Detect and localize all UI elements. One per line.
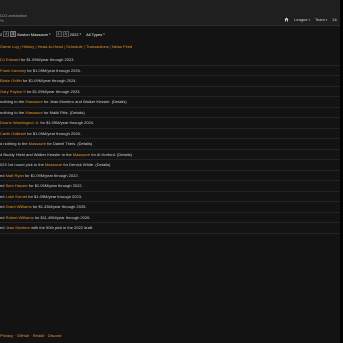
list-item: ed Sam Hauser for $1.09M/year through 20… [0,181,340,192]
list-item: Blake Griffin for $1.09M/year through 20… [0,76,340,87]
chevron-down-icon: ▾ [49,32,51,36]
row-text: d Buddy Hield and Walker Kessler to the [0,151,73,157]
nav-right: League ▾ Team ▾ Ze [284,17,337,22]
tab-news-feed[interactable]: News Feed [112,44,132,49]
team-link[interactable]: Massacre [45,162,62,167]
row-text: nothing to the [0,99,26,104]
player-link[interactable]: Gary Payton II [0,89,26,94]
team-select[interactable]: Boston Massacre ▾ [17,32,50,37]
list-item: ed Luke Kornet for $1.09M/year through 2… [0,192,340,202]
player-link[interactable]: Jean Montero [6,225,30,230]
nav-more-label: Ze [332,17,337,22]
list-item: Duane Washington Jr. for $1.09M/year thr… [0,118,340,129]
row-text: for Derrick White. (Details) [62,162,111,167]
page-button-2[interactable]: 2 [3,31,10,37]
footer-github-link[interactable]: GitHub [17,333,29,338]
list-item: Carlik Gallinari for $1.09M/year through… [0,129,340,139]
row-text: for $1.09M/year through 2026. [26,67,81,73]
row-text: d nothing to the [0,141,29,146]
player-link[interactable]: Duane Washington Jr. [0,120,39,125]
row-text: for Daniel Theis. (Details) [46,141,93,146]
filter-controls: 2 2 3 Boston Massacre ▾ 1 3 2022 ▾ All T… [0,31,105,37]
list-item: ed Jean Montero with the 50th pick in th… [0,223,340,234]
nav-more[interactable]: Ze [332,17,337,22]
team-link[interactable]: Massacre [29,141,46,146]
row-text: for $11.49M/year through 2026. [33,214,91,220]
nav-team-label: Team [315,17,325,22]
type-select-label: All Types [86,31,103,37]
team-link[interactable]: Massacre [73,152,90,157]
team-select-label: Boston Massacre [17,31,49,37]
row-text: for Malik Fitts. (Details) [42,109,85,115]
list-item: ed Robert Williams for $11.49M/year thro… [0,213,340,223]
home-icon[interactable] [284,17,289,22]
row-text: for $1.09M/year through 2024. [39,120,95,125]
tab-history[interactable]: History [22,44,34,49]
tab-head-to-head[interactable]: Head-to-Head [38,44,63,49]
player-link[interactable]: DJ Edward [0,57,20,62]
list-item: nothing to the Massacre for Jean Montero… [0,97,340,108]
player-link[interactable]: Luke Kornet [6,194,28,199]
row-text: for $1.09M/year through 2023. [19,57,75,62]
list-item: DJ Edward for $1.09M/year through 2023. [0,55,340,66]
list-item: Gary Payton II for $1.09M/year through 2… [0,87,340,97]
row-text: 023 1st round pick to the [0,162,45,167]
player-link[interactable]: Blake Griffin [0,78,22,83]
team-link[interactable]: Massacre [25,99,42,104]
brand-line-2: % [0,18,4,23]
chevron-down-icon: ▾ [325,17,328,22]
row-text: for $1.43M/year through 2025. [31,204,87,209]
team-link[interactable]: Massacre [25,110,42,115]
row-text: for $1.09M/year through 2022. [27,183,83,188]
list-item: d Buddy Hield and Walker Kessler to the … [0,150,340,160]
player-link[interactable]: Grant Williams [6,204,32,209]
year-prev-button[interactable]: 1 [55,31,62,37]
footer-links: Privacy · GitHub · Reddit · Discord [0,333,62,338]
row-text: for Jean Montero and Walker Kessler. (De… [42,99,127,104]
footer-discord-link[interactable]: Discord [48,333,62,338]
year-select-label: 2022 [69,31,79,37]
row-text: for $1.09M/year through 2023. [25,88,81,94]
year-select[interactable]: 2022 ▾ [70,32,81,37]
row-text: for $1.09M/year through 2024. [21,78,77,83]
transaction-list: DJ Edward for $1.09M/year through 2023. … [0,55,340,234]
list-item: 023 1st round pick to the Massacre for D… [0,160,340,171]
player-link[interactable]: Robert Williams [6,215,34,220]
chevron-down-icon: ▾ [103,32,105,36]
list-item: d nothing to the Massacre for Daniel The… [0,139,340,150]
row-text: for $1.09M/year through 2023. [27,193,83,199]
chevron-down-icon: ▾ [79,32,82,36]
nav-league-label: League [294,17,308,22]
list-item: ed Grant Williams for $1.43M/year throug… [0,202,340,213]
team-subnav: Game Log | History | Head-to-Head | Sche… [0,44,133,49]
player-link[interactable]: Sam Hauser [6,183,28,188]
chevron-down-icon: ▾ [308,17,311,22]
row-text: for $1.09M/year through 2026. [26,130,81,136]
list-item: nothing to the Massacre for Malik Fitts.… [0,108,340,118]
nav-league[interactable]: League ▾ [294,17,310,22]
player-link[interactable]: Frank Kantony [0,68,26,73]
footer-reddit-link[interactable]: Reddit [33,333,45,338]
prev-label: 2 [0,31,3,37]
list-item: ed Matt Ryan for $1.09M/year through 202… [0,171,340,181]
brand-line-1[interactable]: D23 annotation [0,13,27,18]
top-navbar: D23 annotation % League ▾ Team ▾ Ze [0,0,340,26]
row-text: with the 50th pick in the 2022 draft. [30,225,94,230]
nav-team[interactable]: Team ▾ [315,17,327,22]
row-text: nothing to the [0,109,26,115]
row-text: for $1.09M/year through 2022. [23,172,79,178]
type-select[interactable]: All Types ▾ [86,32,105,37]
year-next-button[interactable]: 3 [62,31,69,37]
tab-transactions[interactable]: Transactions [86,44,109,49]
player-link[interactable]: Carlik Gallinari [0,131,26,136]
player-link[interactable]: Matt Ryan [6,173,24,178]
footer-privacy-link[interactable]: Privacy [0,333,13,338]
list-item: Frank Kantony for $1.09M/year through 20… [0,66,340,76]
page-button-3[interactable]: 3 [10,31,17,37]
page: D23 annotation % League ▾ Team ▾ Ze 2 2 … [0,0,340,343]
tab-game-log[interactable]: Game Log [0,44,19,49]
row-text: for Al Horford. (Details) [90,151,132,157]
tab-schedule[interactable]: Schedule [66,44,83,49]
